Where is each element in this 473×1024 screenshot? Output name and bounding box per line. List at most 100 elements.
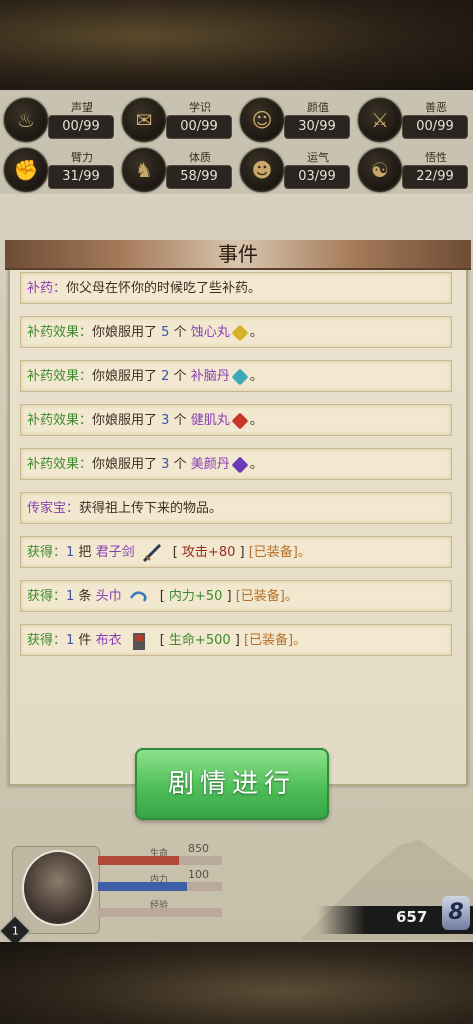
stat-value: 00/99 xyxy=(166,115,232,139)
event-panel: 事件 补药：你父母在怀你的时候吃了些补药。 补药效果：你娘服用了 5 个 蚀心丸… xyxy=(5,240,471,786)
hp-bar xyxy=(98,856,222,865)
event-text: 你娘服用了 xyxy=(92,325,162,340)
stat-value: 00/99 xyxy=(48,115,114,139)
stat-value: 22/99 xyxy=(402,165,468,189)
event-text: 个 xyxy=(169,369,191,384)
sword-icon xyxy=(142,543,161,562)
event-tag: 补药： xyxy=(27,281,67,296)
stat-label: 学识 xyxy=(189,101,211,114)
equip-status: [已装备]。 xyxy=(248,545,311,560)
event-text: 条 xyxy=(74,589,96,604)
event-text: 。 xyxy=(245,325,263,340)
event-row: 补药效果：你娘服用了 5 个 蚀心丸 。 xyxy=(20,316,452,348)
stat-value: 30/99 xyxy=(284,115,350,139)
stat-value: 00/99 xyxy=(402,115,468,139)
stat-label: 臂力 xyxy=(71,151,93,164)
event-text: 。 xyxy=(245,457,263,472)
coin-count: 657 xyxy=(396,908,428,926)
event-row: 补药效果：你娘服用了 2 个 补脑丹 。 xyxy=(20,360,452,392)
stat-looks: ☺ 颜值 30/99 xyxy=(236,94,354,144)
stat-insight: ☯ 悟性 22/99 xyxy=(354,144,472,194)
event-tag: 获得： xyxy=(27,545,67,560)
event-row: 补药效果：你娘服用了 3 个 健肌丸 。 xyxy=(20,404,452,436)
equip-status: [已装备]。 xyxy=(235,589,298,604)
arm-icon: ✊ xyxy=(4,148,48,192)
stat-value: 03/99 xyxy=(284,165,350,189)
stat-luck: ☻ 运气 03/99 xyxy=(236,144,354,194)
item-name: 美颜丹 xyxy=(190,457,230,472)
stat-label: 体质 xyxy=(189,151,211,164)
item-stat: 生命+500 xyxy=(168,633,231,648)
stat-label: 颜值 xyxy=(307,101,329,114)
crossed-swords-icon: ⚔ xyxy=(358,98,402,142)
body-icon: ♞ xyxy=(122,148,166,192)
stat-label: 运气 xyxy=(307,151,329,164)
stat-label: 声望 xyxy=(71,101,93,114)
event-text: 个 xyxy=(169,413,191,428)
item-stat: 内力+50 xyxy=(168,589,223,604)
stat-strength: ✊ 臂力 31/99 xyxy=(0,144,118,194)
face-icon: ☺ xyxy=(240,98,284,142)
stat-value: 31/99 xyxy=(48,165,114,189)
item-name: 头巾 xyxy=(95,589,122,604)
insight-icon: ☯ xyxy=(358,148,402,192)
main-area: ♨ 声望 00/99 ✉ 学识 00/99 ☺ 颜值 30/99 ⚔ 善恶 00… xyxy=(0,90,473,947)
event-tag: 补药效果： xyxy=(27,325,93,340)
event-text: 。 xyxy=(245,413,263,428)
event-row: 补药：你父母在怀你的时候吃了些补药。 xyxy=(20,272,452,304)
event-tag: 传家宝： xyxy=(27,501,80,516)
event-text: 把 xyxy=(74,545,96,560)
event-text: 获得祖上传下来的物品。 xyxy=(79,501,223,516)
event-tag: 获得： xyxy=(27,633,67,648)
cloth-armor-icon xyxy=(132,632,145,650)
top-background xyxy=(0,0,473,90)
event-text: 件 xyxy=(74,633,96,648)
event-text: 。 xyxy=(245,369,263,384)
event-text: 你娘服用了 xyxy=(92,457,162,472)
item-name: 补脑丹 xyxy=(190,369,230,384)
event-text: 个 xyxy=(169,325,191,340)
event-tag: 补药效果： xyxy=(27,457,93,472)
stat-value: 58/99 xyxy=(166,165,232,189)
item-name: 布衣 xyxy=(95,633,122,648)
coin-icon[interactable]: 8 xyxy=(442,896,470,930)
exp-bar xyxy=(98,908,222,917)
hp-value: 850 xyxy=(188,842,209,855)
stat-morality: ⚔ 善恶 00/99 xyxy=(354,94,472,144)
item-name: 健肌丸 xyxy=(190,413,230,428)
event-panel-header: 事件 xyxy=(5,240,471,270)
equip-status: [已装备]。 xyxy=(243,633,307,648)
event-row: 获得：1 条 头巾 [ 内力+50 ] [已装备]。 xyxy=(20,580,452,612)
event-panel-title: 事件 xyxy=(218,242,258,266)
event-text: 你娘服用了 xyxy=(92,369,162,384)
stat-constitution: ♞ 体质 58/99 xyxy=(118,144,236,194)
item-name: 君子剑 xyxy=(95,545,135,560)
headband-icon xyxy=(129,590,147,602)
bottom-background xyxy=(0,942,473,1024)
reputation-icon: ♨ xyxy=(4,98,48,142)
stat-knowledge: ✉ 学识 00/99 xyxy=(118,94,236,144)
level-value: 1 xyxy=(11,924,19,937)
event-row: 补药效果：你娘服用了 3 个 美颜丹 。 xyxy=(20,448,452,480)
event-row: 传家宝：获得祖上传下来的物品。 xyxy=(20,492,452,524)
event-tag: 获得： xyxy=(27,589,67,604)
scroll-icon: ✉ xyxy=(122,98,166,142)
event-row: 获得：1 件 布衣 [ 生命+500 ] [已装备]。 xyxy=(20,624,452,656)
stat-label: 悟性 xyxy=(425,151,447,164)
event-text: 你父母在怀你的时候吃了些补药。 xyxy=(66,281,262,296)
avatar[interactable] xyxy=(22,850,94,926)
item-stat: 攻击+80 xyxy=(181,545,236,560)
mp-value: 100 xyxy=(188,868,209,881)
stat-reputation: ♨ 声望 00/99 xyxy=(0,94,118,144)
luck-icon: ☻ xyxy=(240,148,284,192)
event-text: 个 xyxy=(169,457,191,472)
event-tag: 补药效果： xyxy=(27,369,93,384)
event-tag: 补药效果： xyxy=(27,413,93,428)
stat-label: 善恶 xyxy=(425,101,447,114)
event-row: 获得：1 把 君子剑 [ 攻击+80 ] [已装备]。 xyxy=(20,536,452,568)
event-text: 你娘服用了 xyxy=(92,413,162,428)
mp-fill xyxy=(98,882,188,891)
hp-fill xyxy=(98,856,179,865)
stats-panel: ♨ 声望 00/99 ✉ 学识 00/99 ☺ 颜值 30/99 ⚔ 善恶 00… xyxy=(0,90,473,194)
item-name: 蚀心丸 xyxy=(190,325,230,340)
